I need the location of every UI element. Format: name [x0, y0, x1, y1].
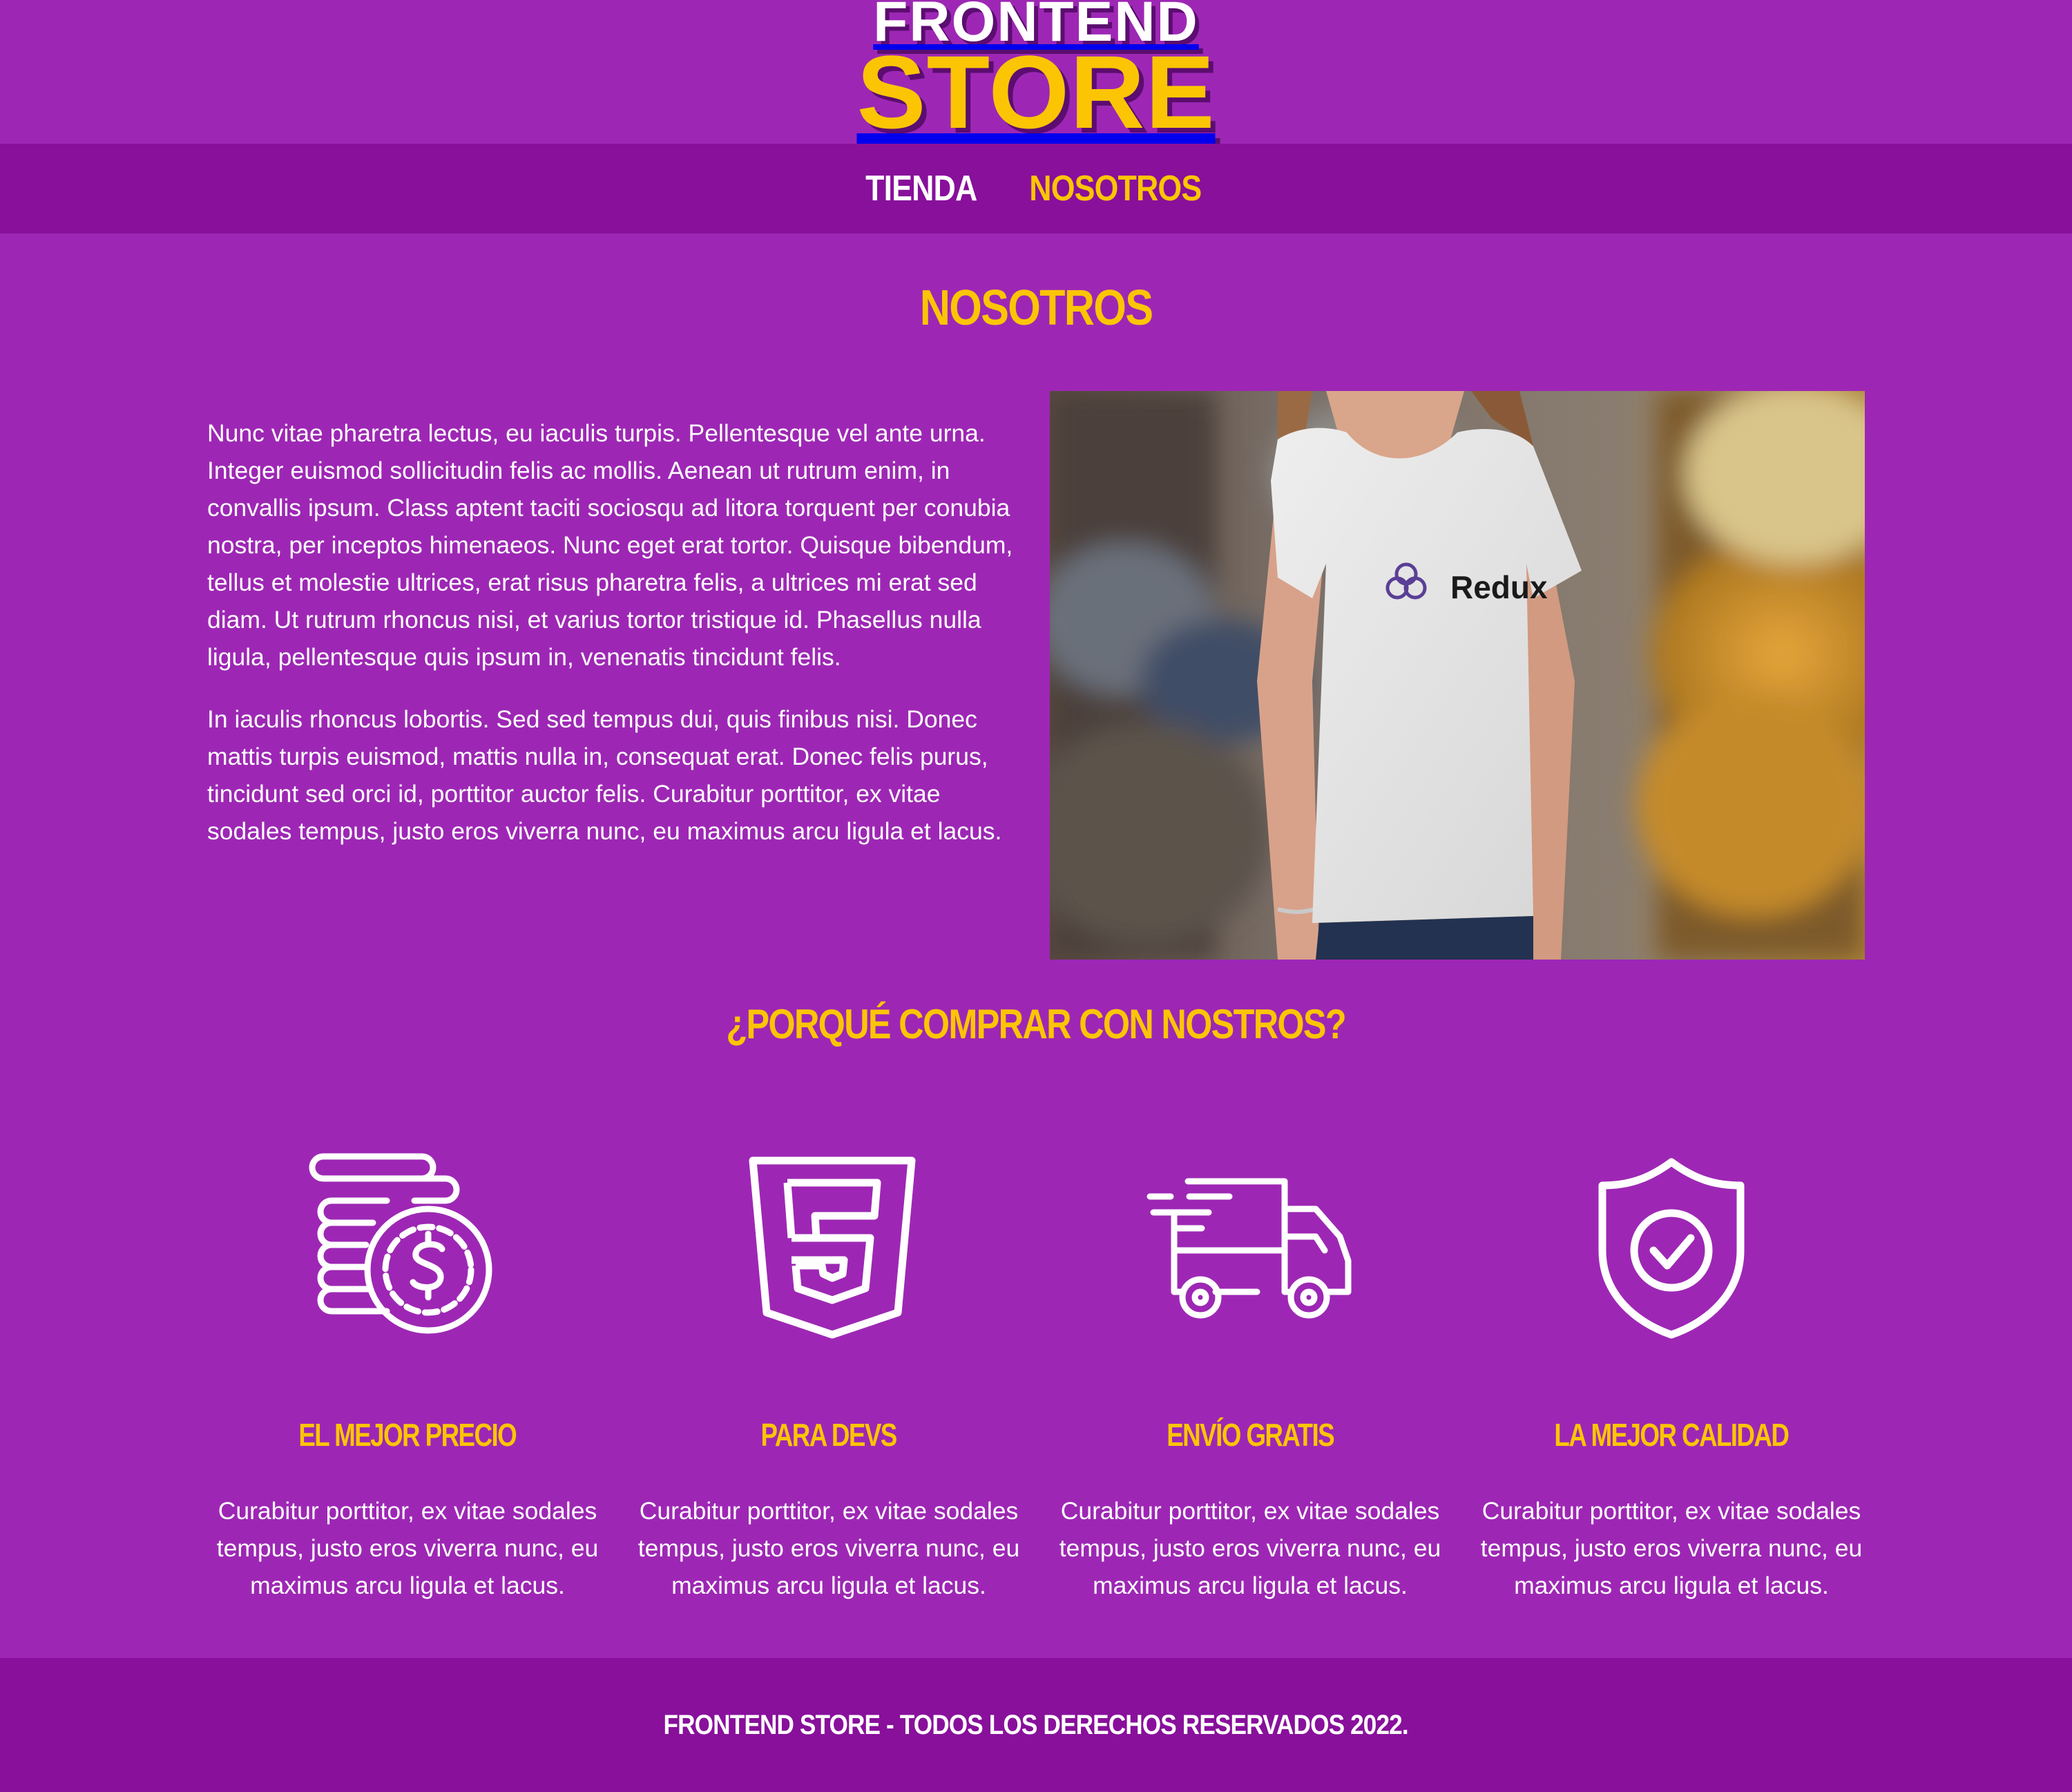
- feature-title-devs-text: Para devs: [760, 1417, 898, 1453]
- features-section: El mejor precio Curabitur porttitor, ex …: [207, 1147, 1879, 1603]
- feature-title-quality-text: La mejor calidad: [1554, 1417, 1790, 1453]
- feature-desc-devs: Curabitur porttitor, ex vitae sodales te…: [637, 1497, 1020, 1599]
- nav-link-tienda[interactable]: Tienda: [866, 168, 978, 209]
- footer-copyright: Frontend Store - Todos los derechos rese…: [663, 1709, 1409, 1740]
- feature-desc-price: Curabitur porttitor, ex vitae sodales te…: [216, 1497, 599, 1599]
- html5-icon: [725, 1147, 932, 1354]
- site-footer: Frontend Store - Todos los derechos rese…: [0, 1658, 2072, 1792]
- main-nav: Tienda Nosotros: [0, 144, 2072, 233]
- feature-desc-quality: Curabitur porttitor, ex vitae sodales te…: [1480, 1497, 1863, 1599]
- site-header: FRONTEND STORE: [0, 0, 2072, 144]
- page-title-text: Nosotros: [919, 280, 1153, 336]
- feature-title-quality: La mejor calidad: [1471, 1416, 1872, 1453]
- about-paragraph-1: Nunc vitae pharetra lectus, eu iaculis t…: [207, 419, 1013, 671]
- nav-link-nosotros[interactable]: Nosotros: [1029, 168, 1202, 209]
- feature-title-shipping-text: Envío gratis: [1167, 1417, 1334, 1453]
- delivery-truck-icon: [1147, 1147, 1354, 1354]
- about-paragraph-2: In iaculis rhoncus lobortis. Sed sed tem…: [207, 705, 1002, 845]
- feature-title-devs: Para devs: [629, 1416, 1029, 1453]
- feature-title-price: El mejor precio: [207, 1416, 608, 1453]
- page-title: Nosotros: [0, 280, 2072, 336]
- feature-desc-shipping: Curabitur porttitor, ex vitae sodales te…: [1059, 1497, 1441, 1599]
- shirt-print-text: Redux: [1450, 569, 1548, 605]
- logo-text-store: STORE: [856, 34, 1216, 150]
- site-logo[interactable]: FRONTEND STORE: [856, 0, 1216, 150]
- why-title-text: ¿Porqué comprar con nostros?: [726, 1001, 1347, 1047]
- feature-title-shipping: Envío gratis: [1050, 1416, 1450, 1453]
- about-text: Nunc vitae pharetra lectus, eu iaculis t…: [207, 414, 1029, 875]
- feature-title-price-text: El mejor precio: [298, 1417, 517, 1453]
- coins-dollar-icon: [304, 1147, 511, 1354]
- why-title: ¿Porqué comprar con nostros?: [0, 1000, 2072, 1048]
- about-image: Redux: [1050, 391, 1865, 960]
- shield-check-icon: [1568, 1147, 1775, 1354]
